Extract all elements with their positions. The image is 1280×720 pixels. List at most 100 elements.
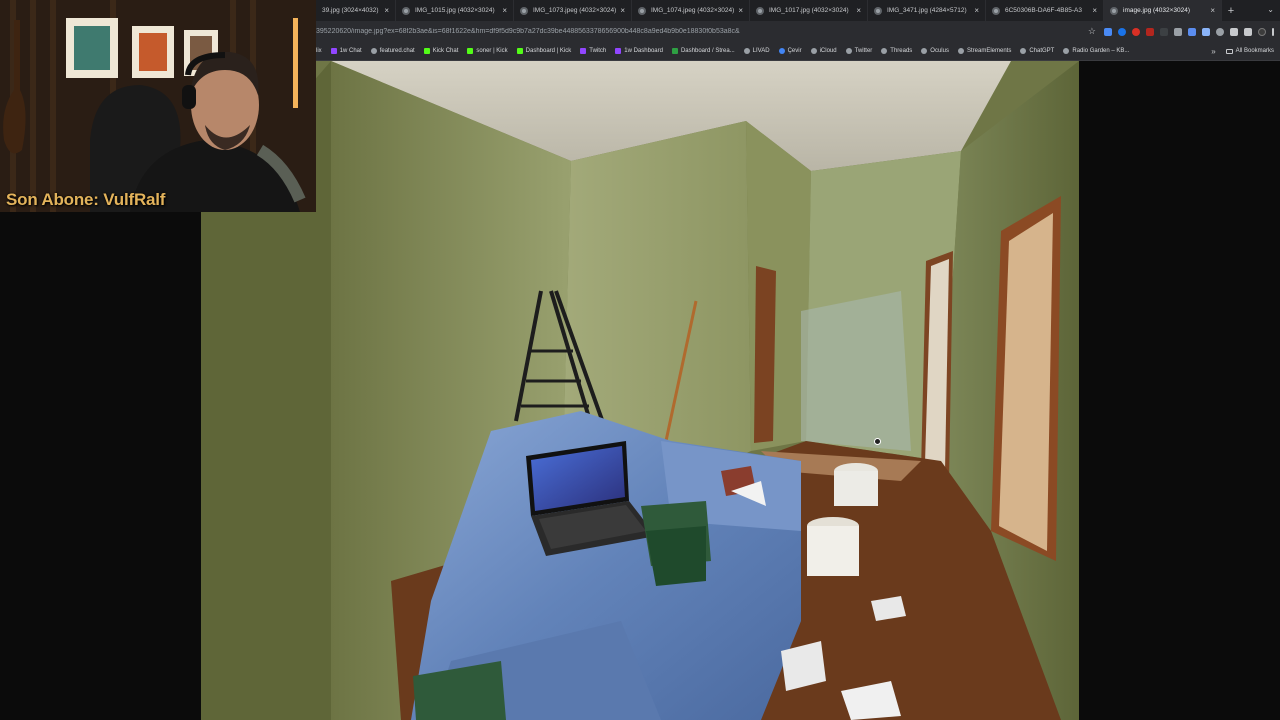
bookmarks-bar: lix 1w Chat featured.chat Kick Chat sone… <box>316 42 1280 61</box>
tab-label: IMG_1015.jpg (4032×3024) <box>415 7 495 14</box>
bookmark-kick-chat[interactable]: Kick Chat <box>423 48 459 54</box>
tab-label: IMG_1073.jpeg (4032×3024) <box>533 7 617 14</box>
extension-icon[interactable] <box>1188 27 1196 36</box>
bookmark-label: Çevir <box>787 48 802 54</box>
kebab-menu-icon[interactable] <box>1272 27 1274 36</box>
puzzle-icon[interactable] <box>1244 27 1252 36</box>
bookmark-label: 1w Dashboard <box>624 48 663 54</box>
bookmark-livad[interactable]: LIVAD <box>743 48 770 54</box>
tab-label: image.jpg (4032×3024) <box>1123 7 1191 14</box>
bookmark-icon <box>845 48 852 54</box>
favicon-icon <box>756 6 764 15</box>
bookmark-1w-chat[interactable]: 1w Chat <box>330 48 362 54</box>
tab-6c50306b[interactable]: 6C50306B-DA6F-4B85-A3 × <box>986 0 1104 21</box>
all-bookmarks-button[interactable]: All Bookmarks <box>1225 48 1274 54</box>
bookmark-radio-garden[interactable]: Radio Garden – KB... <box>1063 48 1129 54</box>
bookmark-label: ChatGPT <box>1029 48 1055 54</box>
bookmark-dashboard-stream[interactable]: Dashboard / Strea... <box>671 48 735 54</box>
url-field[interactable]: 395220620/image.jpg?ex=68f2b3ae&is=68f16… <box>316 28 1088 35</box>
room-photo <box>201 61 1079 720</box>
favicon-icon <box>992 6 1000 15</box>
bookmark-threads[interactable]: Threads <box>881 48 912 54</box>
new-tab-icon[interactable]: + <box>1222 5 1240 17</box>
bookmark-dashboard-kick[interactable]: Dashboard | Kick <box>516 48 572 54</box>
bookmark-label: StreamElements <box>966 48 1012 54</box>
shield-icon[interactable] <box>1230 27 1238 36</box>
twitch-icon <box>615 48 622 54</box>
screen: 39.jpg (3024×4032) × IMG_1015.jpg (4032×… <box>0 0 1280 720</box>
tab-img-1074[interactable]: IMG_1074.jpeg (4032×3024) × <box>632 0 750 21</box>
bookmark-oculus[interactable]: Oculus <box>921 48 949 54</box>
extension-icon[interactable] <box>1118 27 1126 36</box>
close-icon[interactable]: × <box>738 6 743 15</box>
tab-img-1015[interactable]: IMG_1015.jpg (4032×3024) × <box>396 0 514 21</box>
close-icon[interactable]: × <box>1210 6 1215 15</box>
bookmark-label: Threads <box>890 48 913 54</box>
cloud-icon <box>810 48 817 54</box>
extension-icon[interactable] <box>1216 27 1224 36</box>
bookmark-label: Dashboard | Kick <box>525 48 572 54</box>
avatar[interactable] <box>1258 27 1266 36</box>
bookmark-label: 1w Chat <box>339 48 362 54</box>
bookmark-chatgpt[interactable]: ChatGPT <box>1020 48 1054 54</box>
webcam-overlay: Son Abone: VulfRalf <box>0 0 316 212</box>
bookmark-label: Oculus <box>930 48 949 54</box>
star-icon[interactable]: ☆ <box>1088 26 1096 37</box>
bookmark-label: LIVAD <box>752 48 770 54</box>
bookmark-cevir[interactable]: Çevir <box>778 48 802 54</box>
extension-icon[interactable] <box>1174 27 1182 36</box>
bookmark-icon <box>743 48 750 54</box>
tab-label: 6C50306B-DA6F-4B85-A3 <box>1005 7 1082 14</box>
image-viewer[interactable] <box>201 61 1079 720</box>
bookmark-label: Twitch <box>589 48 607 54</box>
bookmark-icon <box>921 48 928 54</box>
webcam-feed <box>0 0 316 212</box>
tab-search-icon[interactable]: ⌄ <box>1267 5 1274 14</box>
bookmark-icon <box>1020 48 1027 54</box>
bookmark-featured-chat[interactable]: featured.chat <box>370 48 415 54</box>
bookmark-icon <box>881 48 888 54</box>
kick-icon <box>516 48 523 54</box>
bookmark-label: Kick Chat <box>432 48 459 54</box>
bookmark-streamelements[interactable]: StreamElements <box>957 48 1012 54</box>
last-subscriber-label: Son Abone: VulfRalf <box>6 190 166 209</box>
tab-img-1017[interactable]: IMG_1017.jpg (4032×3024) × <box>750 0 868 21</box>
bookmark-label: featured.chat <box>379 48 415 54</box>
bookmark-label: Radio Garden – KB... <box>1072 48 1130 54</box>
extension-icon[interactable] <box>1146 27 1154 36</box>
bookmark-1w-dashboard[interactable]: 1w Dashboard <box>615 48 663 54</box>
kick-icon <box>467 48 474 54</box>
extension-icon[interactable] <box>1202 27 1210 36</box>
tab-image-jpg[interactable]: image.jpg (4032×3024) × <box>1104 0 1222 21</box>
close-icon[interactable]: × <box>620 6 625 15</box>
more-bookmarks-icon[interactable]: » <box>1211 47 1215 56</box>
extension-icon[interactable] <box>1104 27 1112 36</box>
favicon-icon <box>520 6 528 15</box>
extension-icon[interactable] <box>1132 27 1140 36</box>
bookmark-label: soner | Kick <box>476 48 508 54</box>
close-icon[interactable]: × <box>974 6 979 15</box>
close-icon[interactable]: × <box>384 6 389 15</box>
extension-icon[interactable] <box>1160 27 1168 36</box>
tab-label: 39.jpg (3024×4032) <box>322 7 379 14</box>
address-bar: 395220620/image.jpg?ex=68f2b3ae&is=68f16… <box>316 21 1280 42</box>
bookmark-icloud[interactable]: iCloud <box>810 48 837 54</box>
favicon-icon <box>1110 6 1118 15</box>
close-icon[interactable]: × <box>856 6 861 15</box>
tab-label: IMG_1074.jpeg (4032×3024) <box>651 7 735 14</box>
tab-img-1073[interactable]: IMG_1073.jpeg (4032×3024) × <box>514 0 632 21</box>
bookmark-twitter[interactable]: Twitter <box>845 48 872 54</box>
favicon-icon <box>638 6 646 15</box>
tab-img-3471[interactable]: IMG_3471.jpg (4284×5712) × <box>868 0 986 21</box>
bookmark-lix[interactable]: lix <box>316 48 322 54</box>
bookmark-label: iCloud <box>819 48 837 54</box>
close-icon[interactable]: × <box>502 6 507 15</box>
bookmark-twitch[interactable]: Twitch <box>580 48 606 54</box>
bookmark-soner-kick[interactable]: soner | Kick <box>467 48 508 54</box>
favicon-icon <box>402 6 410 15</box>
bookmark-icon <box>957 48 964 54</box>
twitch-icon <box>580 48 587 54</box>
close-icon[interactable]: × <box>1092 6 1097 15</box>
tab-39-jpg[interactable]: 39.jpg (3024×4032) × <box>316 0 396 21</box>
bookmark-icon <box>370 48 377 54</box>
